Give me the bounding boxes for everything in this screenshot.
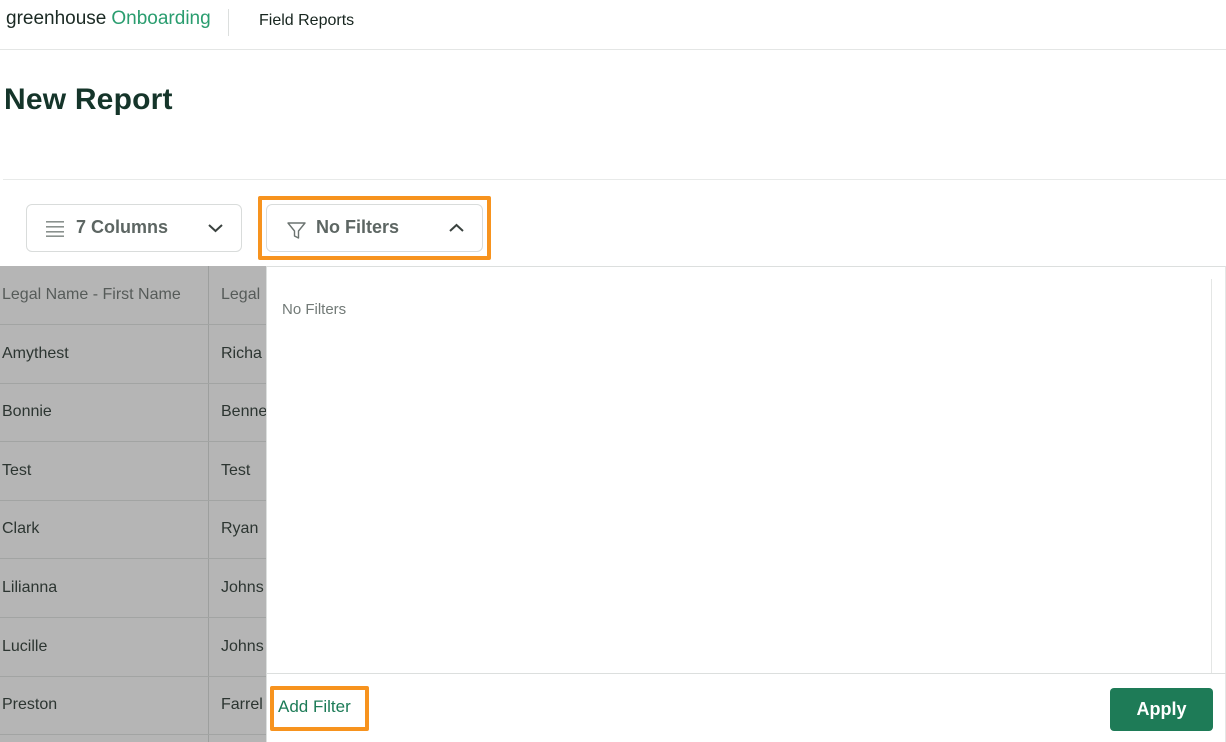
columns-button-label: 7 Columns xyxy=(76,217,169,237)
filter-panel-scrollbar-track[interactable] xyxy=(1211,279,1212,674)
columns-button[interactable]: 7 Columns xyxy=(26,204,242,252)
apply-button[interactable]: Apply xyxy=(1110,688,1213,731)
table-row[interactable]: Lucille Johns xyxy=(0,618,267,677)
page-title: New Report xyxy=(4,83,173,116)
table-row[interactable]: Bonnie Benne xyxy=(0,383,267,442)
table-cell: Bonnie xyxy=(2,403,52,420)
filter-empty-state: No Filters xyxy=(282,301,347,318)
table-cell: Johns xyxy=(221,638,264,655)
nav-field-reports[interactable]: Field Reports xyxy=(259,12,354,30)
table-cell: Clark xyxy=(2,520,40,537)
table-cell: Amythest xyxy=(2,345,69,362)
table-row[interactable]: Lilianna Johns xyxy=(0,559,267,618)
table-header-cell[interactable]: Legal Name - First Name xyxy=(2,286,181,304)
logo-product-name: Onboarding xyxy=(111,8,211,29)
logo-wordmark: greenhouse xyxy=(6,8,107,29)
table-cell: Test xyxy=(2,462,32,479)
add-filter-button[interactable]: Add Filter xyxy=(278,697,351,717)
table-row[interactable]: Amythest Richa xyxy=(0,325,267,384)
table-row[interactable]: Preston Farrel xyxy=(0,676,267,735)
chevron-down-icon xyxy=(208,224,223,233)
filters-button-label: No Filters xyxy=(316,217,400,237)
table-header-row: Legal Name - First Name Legal xyxy=(0,266,267,325)
filter-panel: No Filters xyxy=(266,266,1226,742)
table-row[interactable]: Clark Ryan xyxy=(0,500,267,559)
top-bar: greenhouse Onboarding Field Reports xyxy=(0,0,1226,50)
table-cell: Johns xyxy=(221,579,264,596)
report-table: Legal Name - First Name Legal Amythest R… xyxy=(0,266,267,742)
table-cell: Preston xyxy=(2,696,58,713)
filters-button[interactable]: No Filters xyxy=(266,204,483,252)
list-icon xyxy=(46,221,64,237)
topbar-divider xyxy=(228,9,229,36)
table-cell: Test xyxy=(221,462,251,479)
greenhouse-logo[interactable]: greenhouse Onboarding xyxy=(6,8,211,30)
filter-panel-footer-divider xyxy=(267,673,1226,674)
table-cell: Farrel xyxy=(221,696,263,713)
table-cell: Lucille xyxy=(2,638,48,655)
header-divider xyxy=(3,179,1226,180)
table-cell: Ryan xyxy=(221,520,259,537)
funnel-icon xyxy=(287,222,306,239)
table-cell: Benne xyxy=(221,403,267,420)
table-header-cell[interactable]: Legal xyxy=(221,286,260,304)
table-cell: Richa xyxy=(221,345,262,362)
chevron-up-icon xyxy=(449,223,464,232)
table-row[interactable]: Test Test xyxy=(0,442,267,501)
table-cell: Lilianna xyxy=(2,579,58,596)
